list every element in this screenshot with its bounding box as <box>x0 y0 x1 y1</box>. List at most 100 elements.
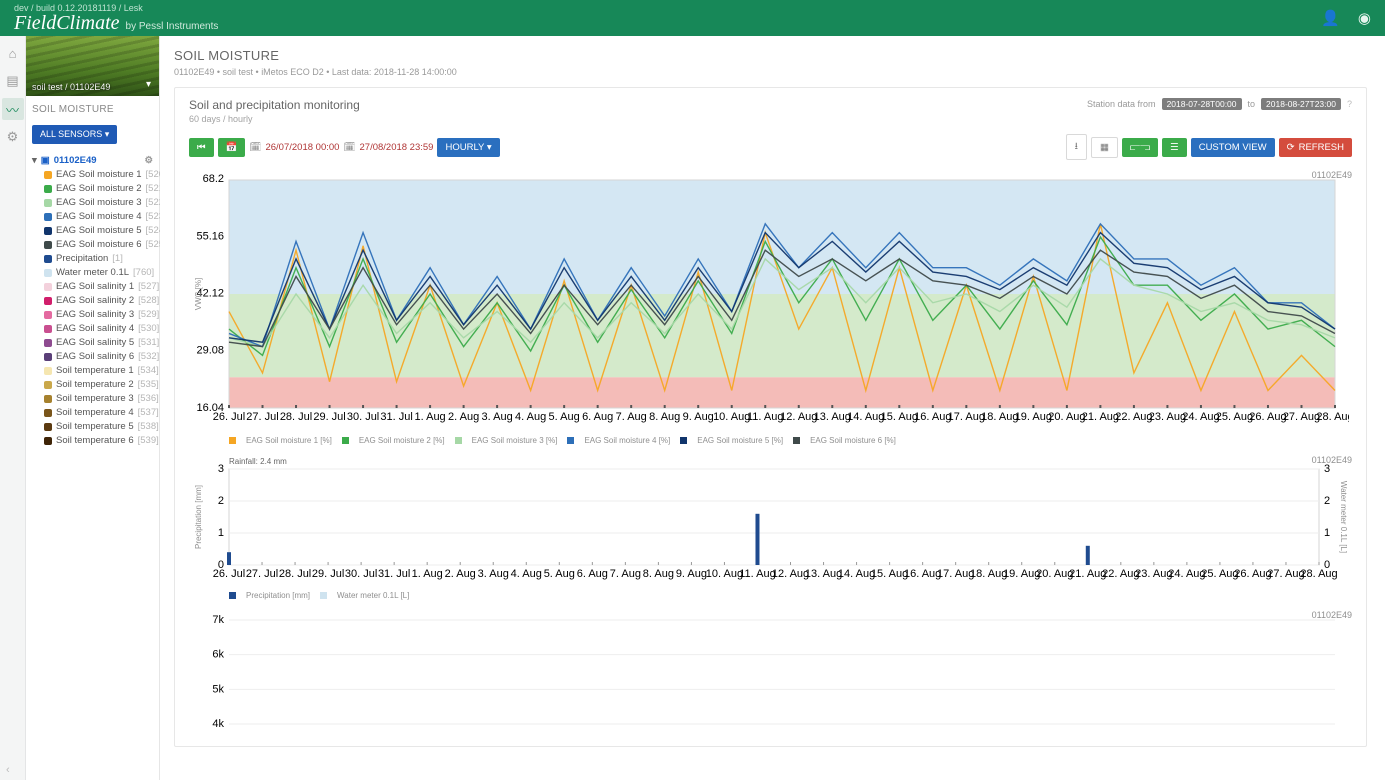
svg-text:15. Aug: 15. Aug <box>881 411 918 423</box>
swatch <box>44 199 52 207</box>
svg-text:5. Aug: 5. Aug <box>549 411 580 423</box>
range-from-pill: 2018-07-28T00:00 <box>1162 98 1242 110</box>
tablemode-button[interactable]: ☰ <box>1162 138 1187 157</box>
tree-item[interactable]: EAG Soil moisture 6 [525] <box>44 238 153 252</box>
swatch <box>44 409 52 417</box>
swatch <box>44 227 52 235</box>
refresh-button[interactable]: ⟳REFRESH <box>1279 138 1352 157</box>
grid-button[interactable]: ▦ <box>1091 137 1118 158</box>
station-dropdown-caret[interactable]: ▾ <box>146 79 151 90</box>
download-button[interactable]: ⭳ <box>1066 134 1087 160</box>
interval-select[interactable]: HOURLY ▾ <box>437 138 499 157</box>
swatch <box>44 269 52 277</box>
tree-item[interactable]: Soil temperature 4 [537] <box>44 406 153 420</box>
collapse-sidebar-icon[interactable]: ‹ <box>6 764 10 776</box>
tree-item[interactable]: EAG Soil salinity 4 [530] <box>44 322 153 336</box>
svg-text:17. Aug: 17. Aug <box>937 568 974 580</box>
svg-text:6k: 6k <box>212 649 224 661</box>
tree-item[interactable]: EAG Soil salinity 6 [532] <box>44 350 153 364</box>
card-subtitle: 60 days / hourly <box>189 114 360 124</box>
tree-item[interactable]: EAG Soil moisture 5 [524] <box>44 224 153 238</box>
svg-text:11. Aug: 11. Aug <box>739 568 776 580</box>
tree-item[interactable]: EAG Soil salinity 5 [531] <box>44 336 153 350</box>
svg-text:3. Aug: 3. Aug <box>482 411 513 423</box>
nav-soilmoisture[interactable]: 〰 <box>2 98 24 120</box>
tree-item[interactable]: Soil temperature 2 [535] <box>44 378 153 392</box>
tree-item[interactable]: EAG Soil salinity 2 [528] <box>44 294 153 308</box>
range-to-pill: 2018-08-27T23:00 <box>1261 98 1341 110</box>
svg-text:12. Aug: 12. Aug <box>772 568 809 580</box>
svg-text:30. Jul: 30. Jul <box>345 568 377 580</box>
station-image[interactable]: soil test / 01102E49 ▾ <box>26 36 159 96</box>
tree-item-code: [531] <box>138 336 159 350</box>
tree-item[interactable]: EAG Soil moisture 4 [523] <box>44 210 153 224</box>
svg-text:7k: 7k <box>212 614 224 626</box>
tree-item[interactable]: Water meter 0.1L [760] <box>44 266 153 280</box>
left-nav-rail: ⌂ ▤ 〰 ⚙ <box>0 36 26 780</box>
svg-text:28. Jul: 28. Jul <box>279 568 311 580</box>
legend-item[interactable]: Water meter 0.1L [L] <box>320 591 409 600</box>
legend-item[interactable]: EAG Soil moisture 6 [%] <box>793 436 896 445</box>
date-from[interactable]: 🗓26/07/2018 00:00 <box>249 142 339 153</box>
nav-data[interactable]: ▤ <box>2 70 24 92</box>
tree-root[interactable]: ▾ ▣ 01102E49 ⚙ <box>32 154 153 168</box>
legend-item[interactable]: EAG Soil moisture 1 [%] <box>229 436 332 445</box>
legend-item[interactable]: EAG Soil moisture 2 [%] <box>342 436 445 445</box>
tree-item[interactable]: EAG Soil moisture 1 [520] <box>44 168 153 182</box>
legend-item[interactable]: EAG Soil moisture 3 [%] <box>455 436 558 445</box>
help-icon[interactable]: ? <box>1347 99 1352 109</box>
broadcast-icon[interactable]: ◉ <box>1358 9 1371 27</box>
svg-text:12. Aug: 12. Aug <box>780 411 817 423</box>
tree-item-code: [1] <box>112 252 123 266</box>
svg-text:18. Aug: 18. Aug <box>970 568 1007 580</box>
swatch <box>44 185 52 193</box>
svg-text:5. Aug: 5. Aug <box>544 568 575 580</box>
tree-item[interactable]: EAG Soil salinity 1 [527] <box>44 280 153 294</box>
tree-item-name: EAG Soil salinity 1 <box>56 280 134 294</box>
swatch <box>44 325 52 333</box>
tree-item-code: [529] <box>138 308 159 322</box>
legend-item[interactable]: EAG Soil moisture 4 [%] <box>567 436 670 445</box>
tree-item[interactable]: Soil temperature 5 [538] <box>44 420 153 434</box>
legend-item[interactable]: Precipitation [mm] <box>229 591 310 600</box>
svg-text:3. Aug: 3. Aug <box>478 568 509 580</box>
tree-item[interactable]: Soil temperature 3 [536] <box>44 392 153 406</box>
tree-item[interactable]: EAG Soil moisture 3 [522] <box>44 196 153 210</box>
tree-item[interactable]: Precipitation [1] <box>44 252 153 266</box>
chart3-station-tag: 01102E49 <box>1312 610 1352 620</box>
tree-item-code: [760] <box>133 266 154 280</box>
user-icon[interactable]: 👤 <box>1321 9 1340 27</box>
svg-text:9. Aug: 9. Aug <box>676 568 707 580</box>
date-range-button[interactable]: 📅 <box>218 138 246 157</box>
swatch <box>44 171 52 179</box>
tree-item-name: Soil temperature 1 <box>56 364 134 378</box>
all-sensors-button[interactable]: ALL SENSORS ▾ <box>32 125 117 144</box>
svg-text:28. Aug: 28. Aug <box>1316 411 1349 423</box>
page-title: SOIL MOISTURE <box>174 48 1367 63</box>
swatch <box>44 241 52 249</box>
tree-expander-icon[interactable]: ▾ <box>32 154 37 168</box>
nav-settings[interactable]: ⚙ <box>2 126 24 148</box>
tree-item[interactable]: Soil temperature 1 [534] <box>44 364 153 378</box>
tree-item[interactable]: EAG Soil moisture 2 [521] <box>44 182 153 196</box>
svg-text:5k: 5k <box>212 683 224 695</box>
nav-home[interactable]: ⌂ <box>2 42 24 64</box>
custom-view-button[interactable]: CUSTOM VIEW <box>1191 138 1275 157</box>
sensor-tree: ▾ ▣ 01102E49 ⚙ EAG Soil moisture 1 [520]… <box>26 152 159 450</box>
barchart-button[interactable]: ⫍⫎ <box>1122 138 1158 157</box>
tree-item[interactable]: EAG Soil salinity 3 [529] <box>44 308 153 322</box>
tree-gear-icon[interactable]: ⚙ <box>144 154 153 168</box>
station-caption: soil test / 01102E49 <box>32 82 110 92</box>
calendar-icon: 🗓 <box>343 142 355 153</box>
date-to[interactable]: 🗓27/08/2018 23:59 <box>343 142 433 153</box>
svg-text:8. Aug: 8. Aug <box>649 411 680 423</box>
skip-back-button[interactable]: ⏮ <box>189 138 214 157</box>
svg-text:2. Aug: 2. Aug <box>445 568 476 580</box>
svg-text:6. Aug: 6. Aug <box>577 568 608 580</box>
tree-item-name: Water meter 0.1L <box>56 266 129 280</box>
main-content: SOIL MOISTURE 01102E49 • soil test • iMe… <box>160 36 1385 780</box>
tree-item[interactable]: Soil temperature 6 [539] <box>44 434 153 448</box>
legend-item[interactable]: EAG Soil moisture 5 [%] <box>680 436 783 445</box>
svg-text:68.2: 68.2 <box>203 173 224 185</box>
svg-text:19. Aug: 19. Aug <box>1003 568 1040 580</box>
